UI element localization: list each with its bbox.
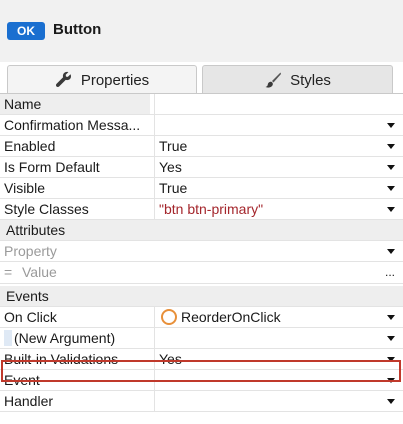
property-label: Confirmation Messa...	[0, 115, 155, 135]
property-row-visible[interactable]: Visible True	[0, 178, 403, 199]
section-events: Events	[0, 286, 403, 307]
dropdown-arrow-icon[interactable]	[387, 357, 395, 362]
tab-styles-label: Styles	[290, 71, 331, 89]
property-label: Event	[0, 370, 155, 390]
widget-header: OK Button	[0, 0, 403, 62]
dropdown-arrow-icon[interactable]	[387, 123, 395, 128]
dropdown-arrow-icon[interactable]	[387, 249, 395, 254]
dropdown-arrow-icon[interactable]	[387, 186, 395, 191]
property-value[interactable]: True	[156, 178, 403, 198]
attribute-property-input[interactable]: Property	[0, 241, 155, 261]
dropdown-arrow-icon[interactable]	[387, 378, 395, 383]
property-row-name[interactable]: Name	[0, 94, 403, 115]
on-click-action-label: ReorderOnClick	[181, 309, 281, 325]
attribute-value-input[interactable]: Value	[22, 262, 57, 283]
dropdown-arrow-icon[interactable]	[387, 399, 395, 404]
property-label: Style Classes	[0, 199, 155, 219]
property-row-confirmation-message[interactable]: Confirmation Messa...	[0, 115, 403, 136]
property-value[interactable]: Yes	[156, 157, 403, 177]
property-value[interactable]: ReorderOnClick	[156, 307, 403, 327]
property-label: Handler	[0, 391, 155, 411]
dropdown-arrow-icon[interactable]	[387, 336, 395, 341]
tab-properties-label: Properties	[80, 71, 150, 89]
event-row-new-argument[interactable]: (New Argument)	[0, 328, 403, 349]
property-row-style-classes[interactable]: Style Classes "btn btn-primary"	[0, 199, 403, 220]
dropdown-arrow-icon[interactable]	[387, 315, 395, 320]
dropdown-arrow-icon[interactable]	[387, 144, 395, 149]
property-value[interactable]	[156, 328, 403, 348]
property-label: Name	[0, 94, 155, 114]
property-value[interactable]: "btn btn-primary"	[156, 199, 403, 219]
tab-styles[interactable]: Styles	[202, 65, 393, 94]
section-attributes: Attributes	[0, 220, 403, 241]
property-row-is-form-default[interactable]: Is Form Default Yes	[0, 157, 403, 178]
property-value[interactable]	[156, 370, 403, 390]
wrench-icon	[55, 71, 71, 88]
widget-type-badge: OK	[7, 22, 45, 40]
property-grid: Name Confirmation Messa... Enabled True …	[0, 94, 403, 412]
property-label: Enabled	[0, 136, 155, 156]
dropdown-arrow-icon[interactable]	[387, 207, 395, 212]
ellipsis-button[interactable]: ...	[385, 262, 395, 282]
tab-properties[interactable]: Properties	[7, 65, 197, 94]
dropdown-arrow-icon[interactable]	[387, 165, 395, 170]
property-value[interactable]: True	[156, 136, 403, 156]
property-value[interactable]	[156, 115, 403, 135]
attribute-value-row[interactable]: = Value ...	[0, 262, 403, 283]
equals-sign: =	[4, 264, 13, 280]
client-action-icon	[161, 309, 177, 325]
event-row-event[interactable]: Event	[0, 370, 403, 391]
property-value[interactable]	[156, 391, 403, 411]
property-value[interactable]	[156, 94, 403, 114]
property-label: Visible	[0, 178, 155, 198]
property-value[interactable]: Yes	[156, 349, 403, 369]
property-label: Built-in Validations	[0, 349, 155, 369]
event-row-handler[interactable]: Handler	[0, 391, 403, 412]
attribute-property-row[interactable]: Property	[0, 241, 403, 262]
event-row-on-click[interactable]: On Click ReorderOnClick	[0, 307, 403, 328]
brush-icon	[265, 72, 282, 88]
property-label: On Click	[0, 307, 155, 327]
event-row-built-in-validations[interactable]: Built-in Validations Yes	[0, 349, 403, 370]
property-row-enabled[interactable]: Enabled True	[0, 136, 403, 157]
property-label: Is Form Default	[0, 157, 155, 177]
property-label: (New Argument)	[0, 328, 155, 348]
widget-title: Button	[53, 21, 102, 38]
